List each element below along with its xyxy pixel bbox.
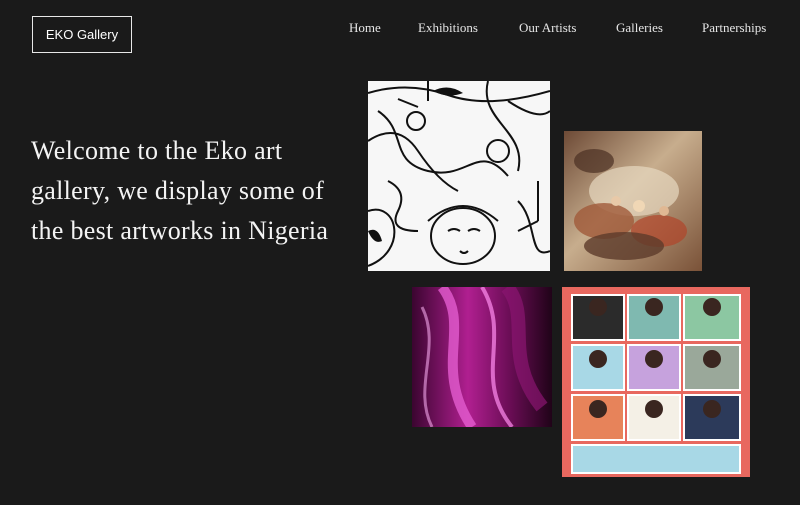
artwork-figures-grid[interactable]	[562, 287, 750, 477]
nav-partnerships[interactable]: Partnerships	[702, 20, 766, 36]
hero-heading: Welcome to the Eko art gallery, we displ…	[31, 136, 329, 245]
nav-galleries[interactable]: Galleries	[616, 20, 663, 36]
nav-exhibitions[interactable]: Exhibitions	[418, 20, 478, 36]
artwork-baroque-painting[interactable]	[564, 131, 702, 271]
nav-home[interactable]: Home	[349, 20, 381, 36]
logo-button[interactable]: EKO Gallery	[32, 16, 132, 53]
artwork-line-drawing[interactable]	[368, 81, 550, 271]
artwork-purple-abstract[interactable]	[412, 287, 552, 427]
nav-our-artists[interactable]: Our Artists	[519, 20, 576, 36]
purple-abstract-image	[412, 287, 552, 427]
main-nav: Home Exhibitions Our Artists Galleries P…	[320, 20, 800, 38]
figures-grid-image	[571, 294, 741, 474]
baroque-painting-image	[564, 131, 702, 271]
line-drawing-image	[368, 81, 550, 267]
